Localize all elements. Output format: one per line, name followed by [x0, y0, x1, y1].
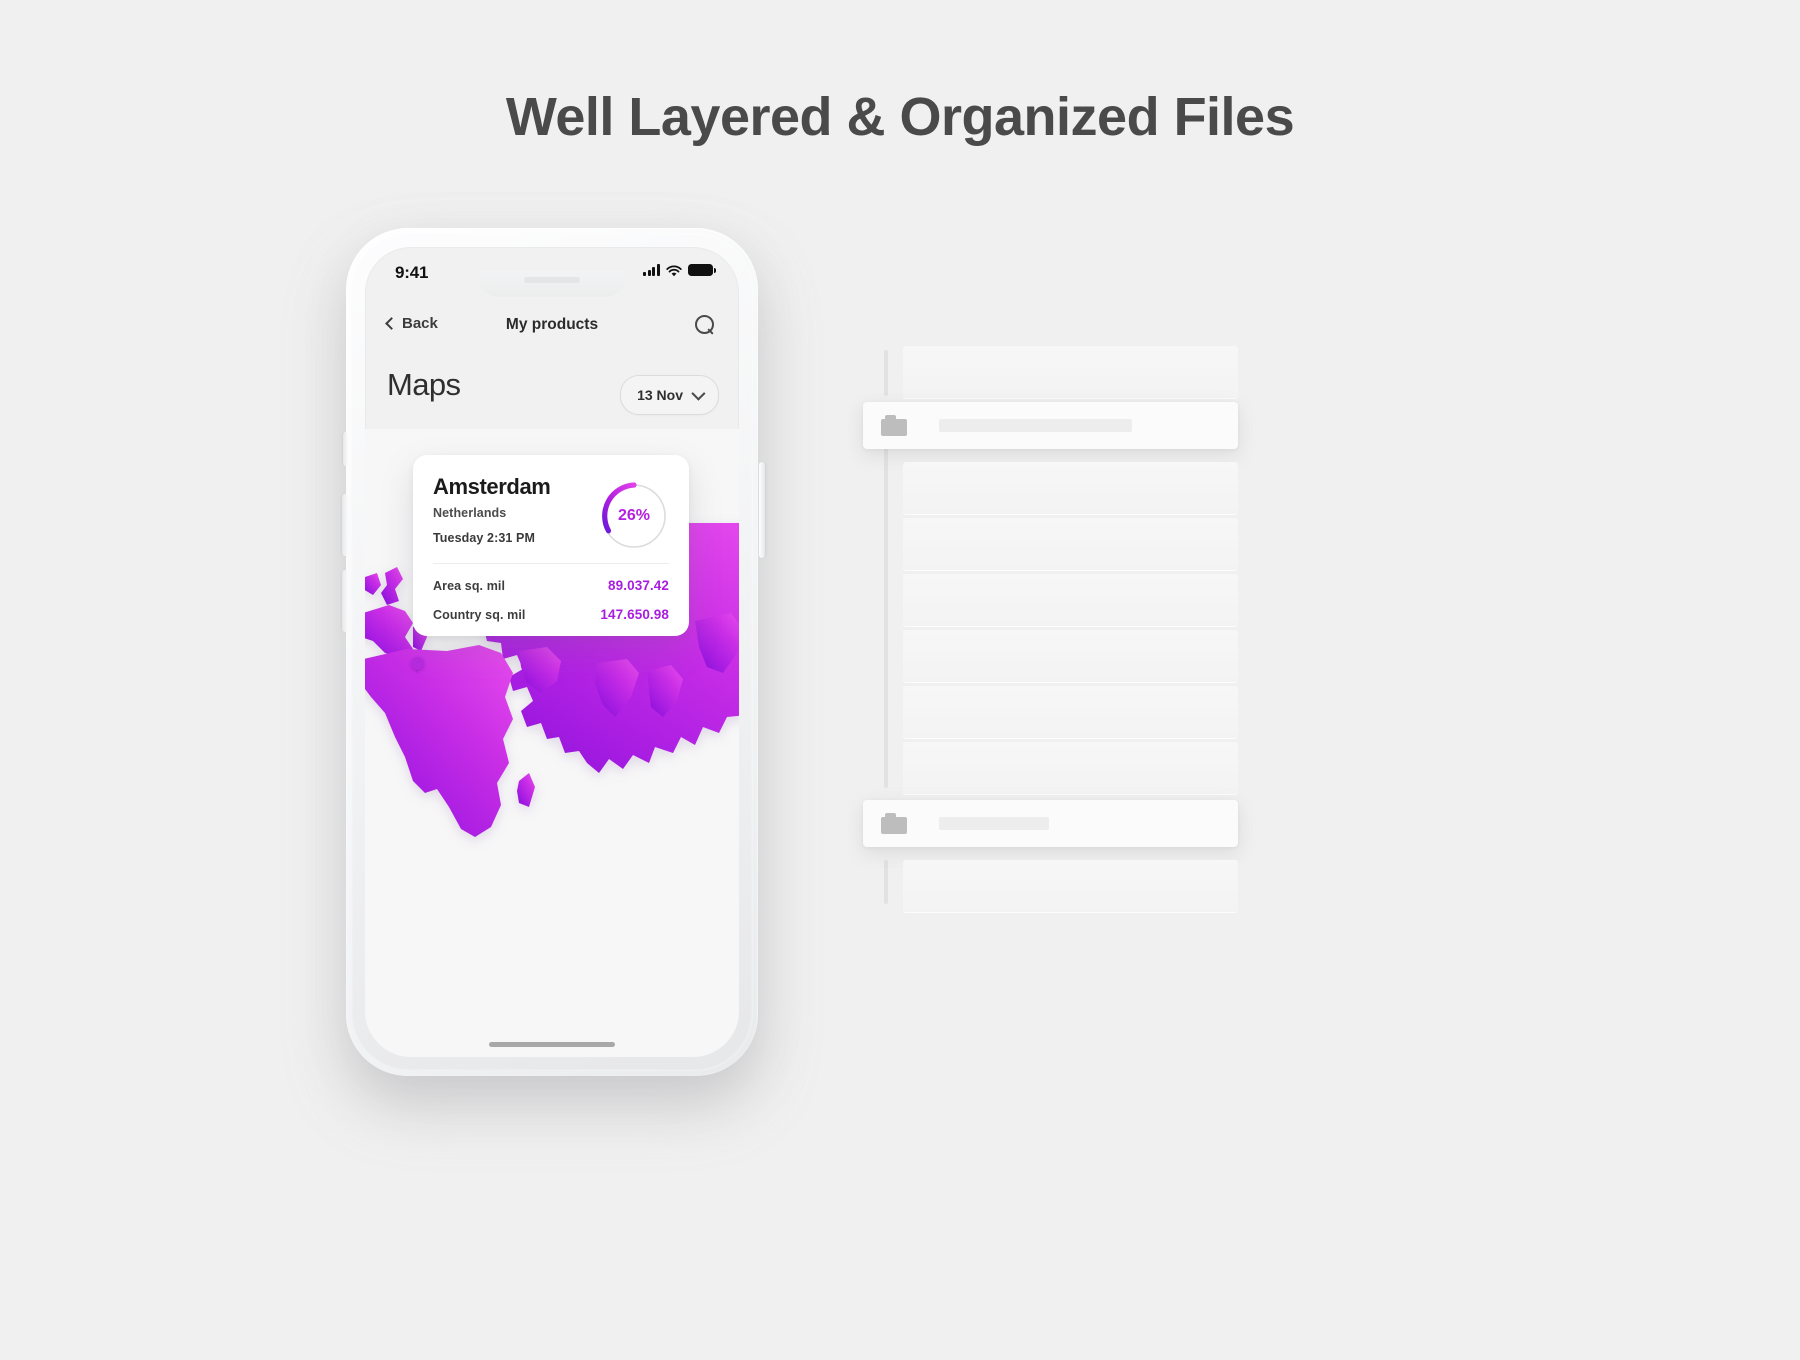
- list-item[interactable]: [903, 346, 1238, 398]
- folder-icon: [881, 415, 907, 436]
- phone-mockup: 9:41 Back My products Maps 13 Nov Amster…: [338, 222, 768, 1102]
- layers-panel: [860, 336, 1280, 916]
- layer-guide-line: [884, 860, 888, 904]
- cellular-signal-icon: [643, 264, 660, 276]
- battery-full-icon: [688, 264, 716, 276]
- list-item[interactable]: [903, 860, 1238, 912]
- list-item[interactable]: [903, 462, 1238, 514]
- folder-icon: [881, 813, 907, 834]
- list-item[interactable]: [903, 518, 1238, 570]
- city-info-card[interactable]: Amsterdam Netherlands Tuesday 2:31 PM 26…: [413, 455, 689, 637]
- home-indicator[interactable]: [489, 1042, 615, 1047]
- stat-label: Country sq. mil: [433, 607, 526, 622]
- back-button[interactable]: Back: [385, 315, 438, 332]
- nav-bar: Back My products: [365, 305, 739, 349]
- stat-value: 147.650.98: [600, 607, 669, 623]
- mute-switch-button[interactable]: [343, 432, 348, 466]
- stat-label: Area sq. mil: [433, 578, 506, 593]
- progress-percent-label: 26%: [617, 507, 651, 524]
- map-canvas[interactable]: Amsterdam Netherlands Tuesday 2:31 PM 26…: [365, 429, 739, 1057]
- status-bar: 9:41: [365, 247, 739, 299]
- map-pin-icon: [411, 657, 424, 675]
- phone-screen: 9:41 Back My products Maps 13 Nov Amster…: [365, 247, 739, 1057]
- list-item[interactable]: [903, 686, 1238, 738]
- date-filter-label: 13 Nov: [637, 387, 683, 403]
- chevron-down-icon: [691, 386, 706, 401]
- list-item[interactable]: [903, 630, 1238, 682]
- table-row: Country sq. mil 147.650.98: [433, 607, 669, 622]
- card-divider: [433, 563, 669, 565]
- power-button[interactable]: [759, 462, 765, 558]
- list-item-folder[interactable]: [863, 402, 1238, 449]
- list-item[interactable]: [903, 574, 1238, 626]
- page-title: Well Layered & Organized Files: [505, 87, 1295, 147]
- section-header: Maps 13 Nov: [365, 357, 739, 427]
- layer-guide-line: [884, 448, 888, 788]
- back-button-label: Back: [402, 315, 438, 332]
- layer-guide-line: [884, 350, 888, 396]
- table-row: Area sq. mil 89.037.42: [433, 578, 669, 593]
- status-bar-time: 9:41: [395, 263, 429, 282]
- stat-value: 89.037.42: [608, 578, 669, 594]
- layer-name-placeholder: [939, 419, 1132, 432]
- volume-up-button[interactable]: [342, 494, 348, 556]
- progress-donut-chart: 26%: [597, 479, 671, 553]
- date-filter-dropdown[interactable]: 13 Nov: [620, 375, 719, 415]
- chevron-left-icon: [385, 317, 398, 330]
- layer-name-placeholder: [939, 817, 1049, 830]
- list-item-folder[interactable]: [863, 800, 1238, 847]
- nav-title: My products: [505, 316, 599, 333]
- list-item[interactable]: [903, 742, 1238, 794]
- section-title: Maps: [387, 367, 461, 402]
- search-icon[interactable]: [695, 315, 717, 337]
- earpiece-speaker: [524, 277, 580, 283]
- status-bar-indicators: [643, 264, 716, 277]
- page-root: Well Layered & Organized Files 9:41 Back…: [0, 0, 1800, 1360]
- volume-down-button[interactable]: [342, 570, 348, 632]
- wifi-icon: [666, 264, 682, 277]
- notch: [478, 271, 626, 297]
